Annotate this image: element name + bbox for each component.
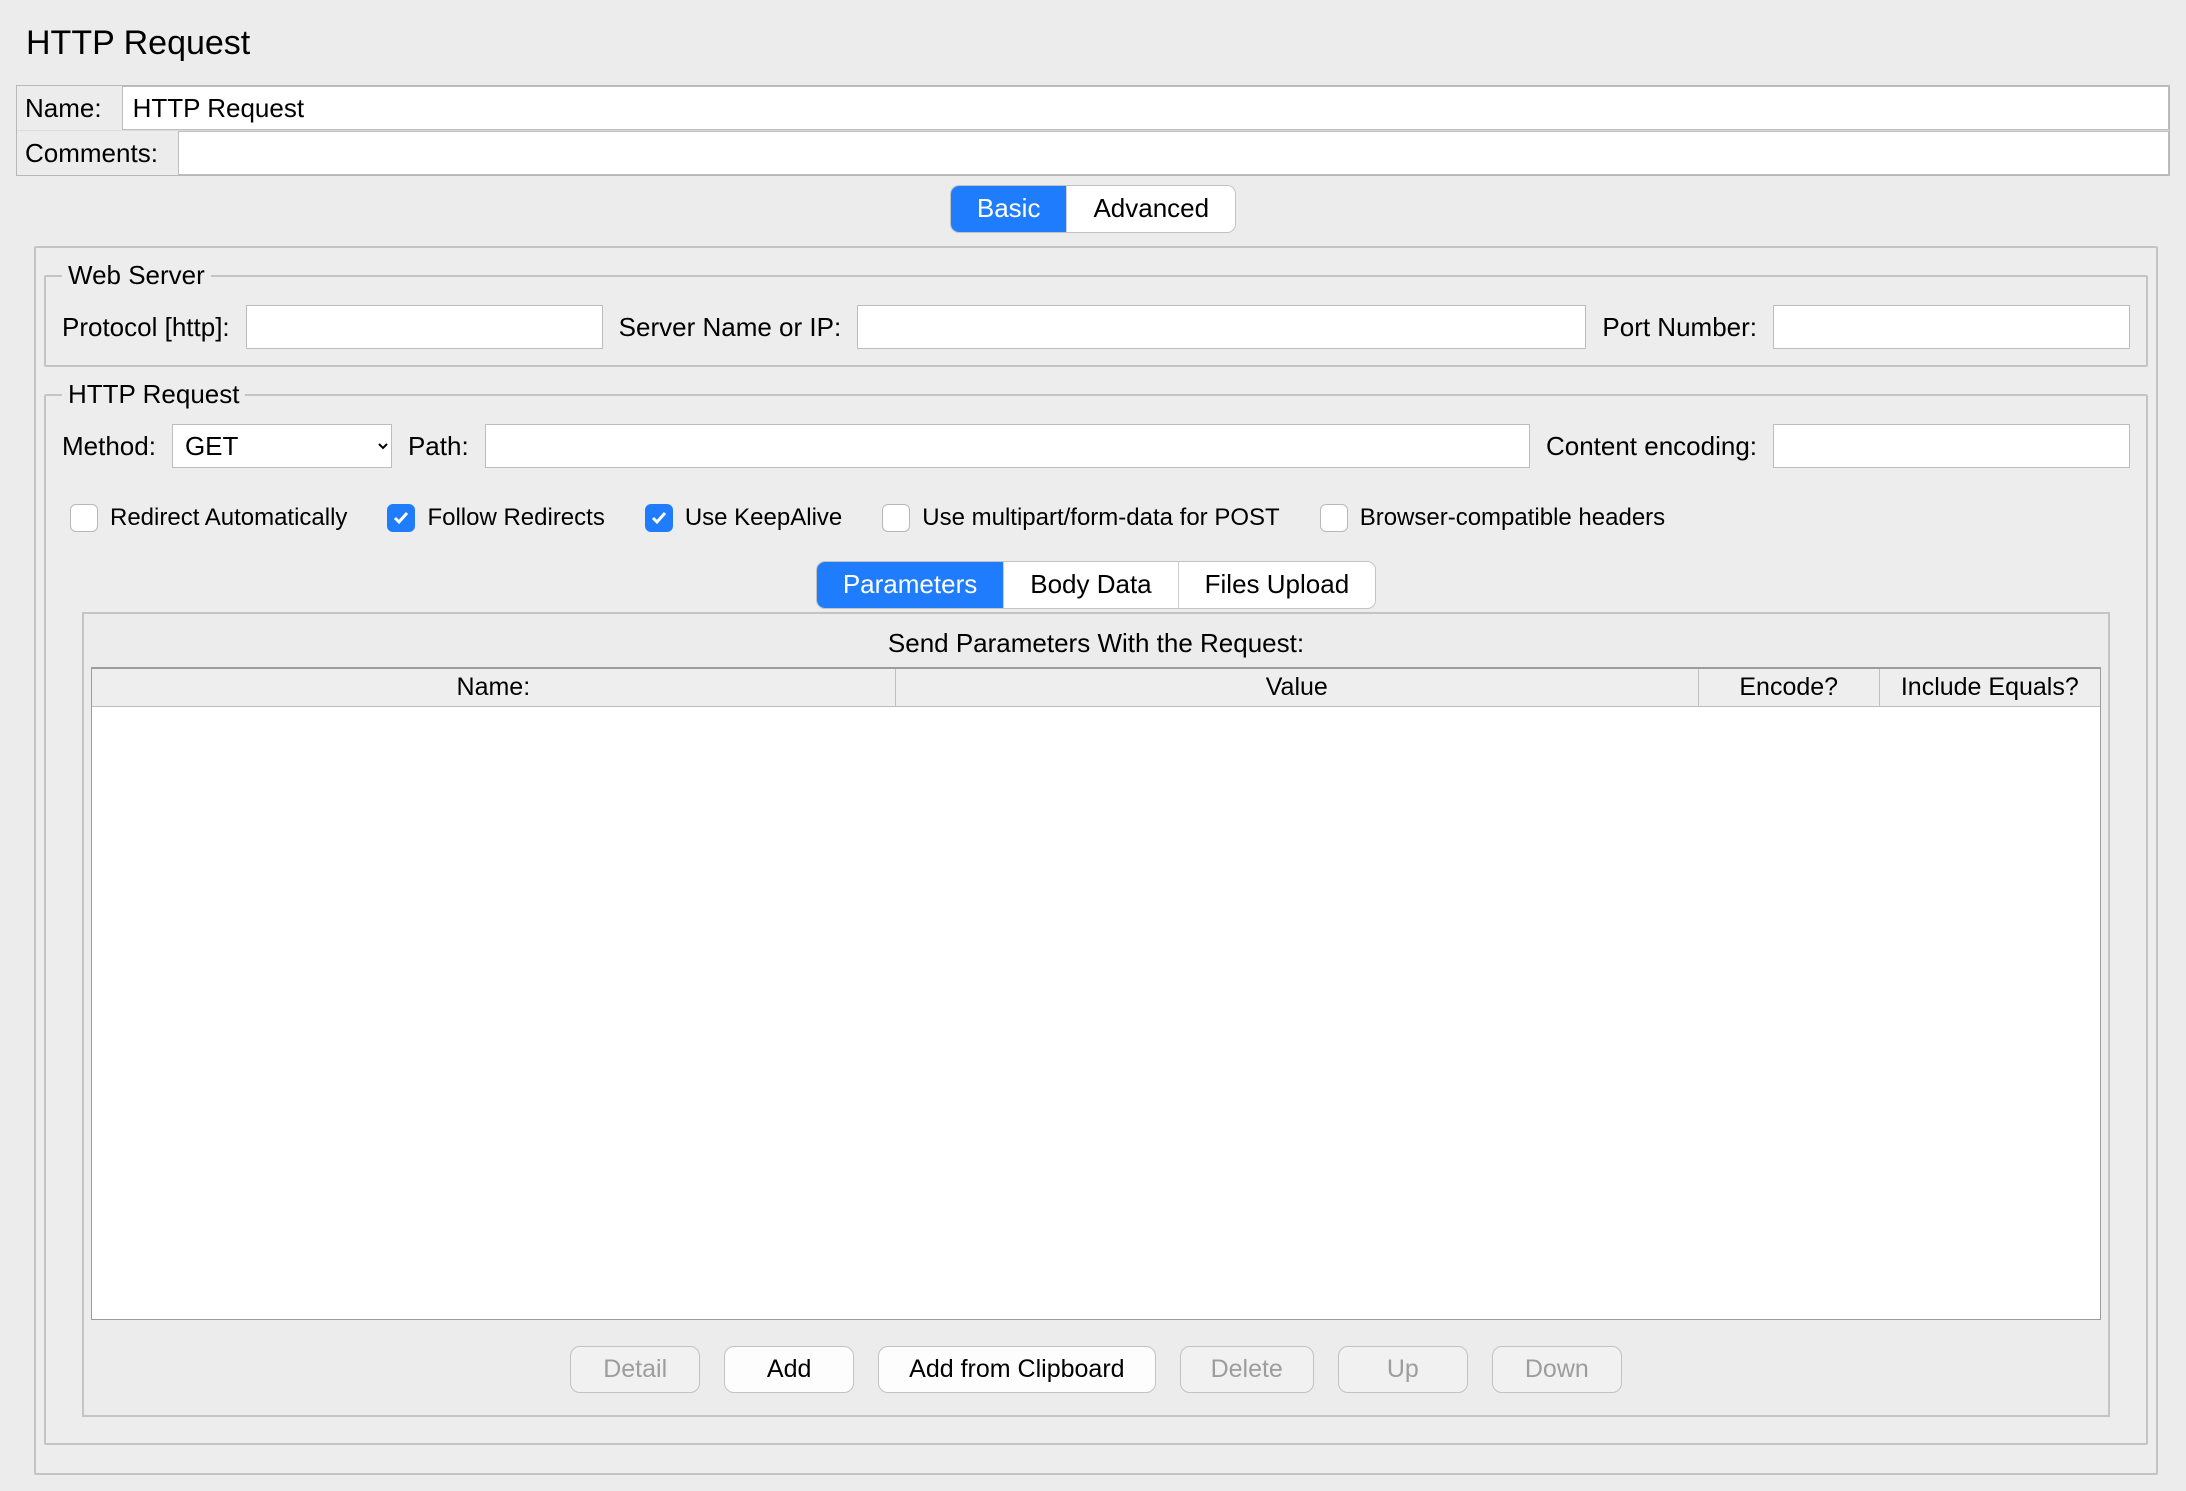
protocol-label: Protocol [http]:	[62, 312, 230, 343]
top-form: Name: Comments:	[16, 85, 2170, 176]
port-label: Port Number:	[1602, 312, 1757, 343]
tab-parameters[interactable]: Parameters	[817, 562, 1003, 608]
chk-browser-compat[interactable]: Browser-compatible headers	[1320, 504, 1665, 532]
chk-multipart[interactable]: Use multipart/form-data for POST	[882, 504, 1279, 532]
encoding-input[interactable]	[1773, 424, 2130, 468]
page-title: HTTP Request	[26, 24, 2170, 63]
chk-label: Use multipart/form-data for POST	[922, 504, 1279, 532]
delete-button[interactable]: Delete	[1180, 1346, 1314, 1393]
add-button[interactable]: Add	[724, 1346, 854, 1393]
detail-button[interactable]: Detail	[570, 1346, 700, 1393]
chk-redirect-auto[interactable]: Redirect Automatically	[70, 504, 347, 532]
path-input[interactable]	[485, 424, 1530, 468]
httprequest-group: HTTP Request Method: GET Path: Content e…	[44, 379, 2148, 1445]
encoding-label: Content encoding:	[1546, 431, 1757, 462]
chk-label: Use KeepAlive	[685, 504, 842, 532]
checkbox-icon	[387, 504, 415, 532]
method-label: Method:	[62, 431, 156, 462]
httprequest-legend: HTTP Request	[62, 379, 245, 410]
chk-keepalive[interactable]: Use KeepAlive	[645, 504, 842, 532]
method-select[interactable]: GET	[172, 424, 392, 468]
checkbox-icon	[882, 504, 910, 532]
chk-label: Browser-compatible headers	[1360, 504, 1665, 532]
chk-label: Redirect Automatically	[110, 504, 347, 532]
params-tabbar: Parameters Body Data Files Upload	[817, 562, 1375, 608]
add-from-clipboard-button[interactable]: Add from Clipboard	[878, 1346, 1155, 1393]
name-input[interactable]	[122, 86, 2169, 130]
col-name[interactable]: Name:	[92, 669, 895, 707]
webserver-group: Web Server Protocol [http]: Server Name …	[44, 260, 2148, 367]
name-label: Name:	[17, 87, 110, 130]
col-include-equals[interactable]: Include Equals?	[1879, 669, 2100, 707]
path-label: Path:	[408, 431, 469, 462]
down-button[interactable]: Down	[1492, 1346, 1622, 1393]
chk-label: Follow Redirects	[427, 504, 604, 532]
main-content: Web Server Protocol [http]: Server Name …	[34, 246, 2158, 1475]
col-value[interactable]: Value	[895, 669, 1698, 707]
params-table-wrap: Name: Value Encode? Include Equals?	[91, 667, 2101, 1320]
chk-follow-redirects[interactable]: Follow Redirects	[387, 504, 604, 532]
port-input[interactable]	[1773, 305, 2130, 349]
server-input[interactable]	[857, 305, 1586, 349]
params-panel: Send Parameters With the Request: Name: …	[82, 612, 2110, 1417]
tab-advanced[interactable]: Advanced	[1066, 186, 1235, 232]
protocol-input[interactable]	[246, 305, 603, 349]
webserver-legend: Web Server	[62, 260, 211, 291]
checkbox-icon	[645, 504, 673, 532]
tab-files-upload[interactable]: Files Upload	[1178, 562, 1376, 608]
tab-basic[interactable]: Basic	[951, 186, 1067, 232]
comments-input[interactable]	[178, 131, 2169, 175]
server-label: Server Name or IP:	[619, 312, 842, 343]
up-button[interactable]: Up	[1338, 1346, 1468, 1393]
main-tabbar: Basic Advanced	[951, 186, 1235, 232]
comments-label: Comments:	[17, 132, 166, 175]
params-table[interactable]: Name: Value Encode? Include Equals?	[92, 668, 2100, 707]
params-buttons: Detail Add Add from Clipboard Delete Up …	[84, 1346, 2108, 1393]
checkbox-icon	[70, 504, 98, 532]
checkbox-icon	[1320, 504, 1348, 532]
params-title: Send Parameters With the Request:	[84, 614, 2108, 665]
tab-body-data[interactable]: Body Data	[1003, 562, 1177, 608]
params-table-body[interactable]	[92, 707, 2100, 1319]
col-encode[interactable]: Encode?	[1698, 669, 1879, 707]
options-row: Redirect Automatically Follow Redirects …	[62, 504, 2130, 532]
